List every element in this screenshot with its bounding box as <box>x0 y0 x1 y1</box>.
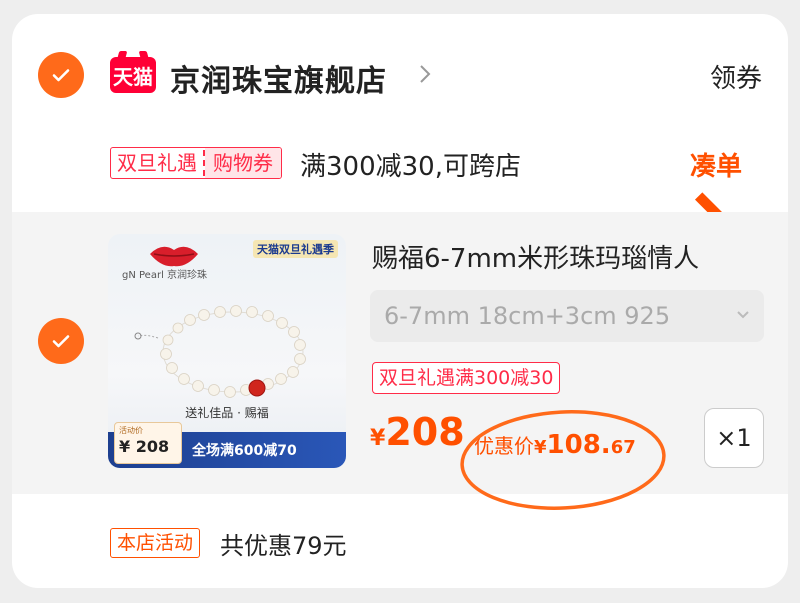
price-value: 208 <box>385 410 465 454</box>
discount-int: 108. <box>546 430 611 460</box>
product-title[interactable]: 赐福6-7mm米形珠玛瑙情人 <box>372 238 699 275</box>
promo-tag-event: 双旦礼遇 <box>117 151 197 175</box>
checkmark-icon <box>52 335 70 348</box>
discount-currency: ¥ <box>534 437 547 458</box>
combine-order-label: 凑单 <box>690 152 743 182</box>
shop-saving-text: 共优惠79元 <box>220 532 347 560</box>
chevron-down-icon <box>737 311 749 319</box>
price-currency: ¥ <box>370 426 386 451</box>
promo-description: 满300减30,可跨店 <box>300 152 521 182</box>
promo-tag-type: 购物券 <box>205 148 281 178</box>
image-price-box: 活动价 ¥ 208 <box>114 422 182 464</box>
image-price-label: 活动价 <box>119 426 143 435</box>
chevron-right-icon[interactable] <box>418 62 432 86</box>
bracelet-illustration <box>134 305 306 398</box>
checkmark-icon <box>52 69 70 82</box>
image-promo-text: 全场满600减70 <box>192 443 297 459</box>
shop-activity-tag: 本店活动 <box>110 528 201 558</box>
get-coupon-button[interactable]: 领券 <box>710 58 762 95</box>
discount-price: 优惠价¥108.67 <box>474 430 636 460</box>
sku-spec-value: 6-7mm 18cm+3cm 925 <box>384 302 671 330</box>
item-promo-tag: 双旦礼遇满300减30 <box>372 362 561 394</box>
discount-label: 优惠价 <box>474 434 534 458</box>
quantity-button[interactable]: ×1 <box>704 408 764 468</box>
cart-item: gN Pearl 京润珍珠 天猫双旦礼遇季 送礼佳品 · 赐福 全场满600减7… <box>12 212 788 510</box>
store-name[interactable]: 京润珠宝旗舰店 <box>170 56 387 100</box>
image-caption: 送礼佳品 · 赐福 <box>185 406 269 420</box>
image-price-value: ¥ 208 <box>119 437 170 456</box>
promo-coupon-tag: 双旦礼遇 购物券 <box>110 147 282 179</box>
highlight-circle-annotation <box>460 410 666 510</box>
store-select-checkbox[interactable] <box>38 52 84 98</box>
event-badge: 天猫双旦礼遇季 <box>253 240 338 258</box>
item-price: ¥208 <box>370 410 465 454</box>
item-select-checkbox[interactable] <box>38 318 84 364</box>
sku-spec-selector[interactable]: 6-7mm 18cm+3cm 925 <box>370 290 764 342</box>
product-image[interactable]: gN Pearl 京润珍珠 天猫双旦礼遇季 送礼佳品 · 赐福 全场满600减7… <box>108 234 346 468</box>
cart-store-card: 天猫 京润珠宝旗舰店 领券 双旦礼遇 购物券 满300减30,可跨店 凑单 gN… <box>12 14 788 588</box>
tmall-logo: 天猫 <box>110 57 156 93</box>
discount-dec: 67 <box>610 437 636 458</box>
brand-mark: gN Pearl 京润珍珠 <box>122 270 208 281</box>
